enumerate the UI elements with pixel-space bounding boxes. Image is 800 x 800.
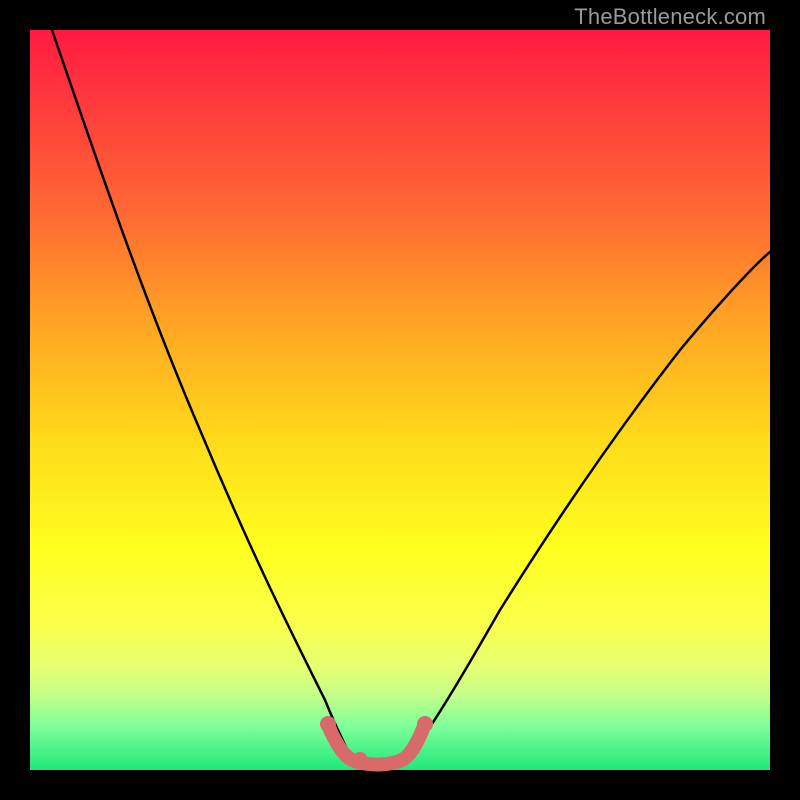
left-curve <box>52 30 350 755</box>
flat-segment-right-dot <box>417 716 433 732</box>
watermark-text: TheBottleneck.com <box>574 4 766 30</box>
curve-layer <box>30 30 770 770</box>
flat-segment-mid-dot <box>352 752 368 768</box>
right-curve <box>412 252 770 752</box>
flat-segment-left-dot <box>320 716 336 732</box>
chart-frame: TheBottleneck.com <box>0 0 800 800</box>
flat-segment <box>328 725 424 765</box>
